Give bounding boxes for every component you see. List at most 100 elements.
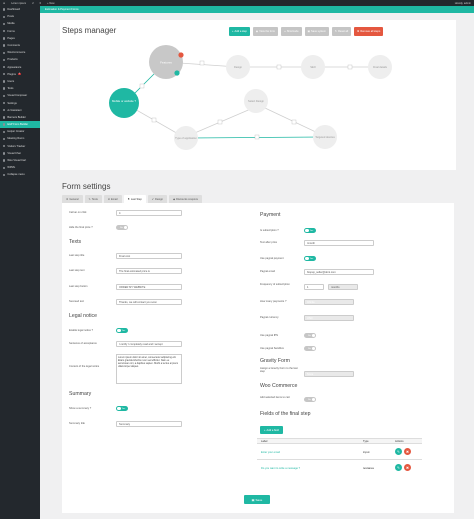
table-row: Do you want to write a message ? textare… — [257, 459, 422, 475]
sidebar-item-meeting-room[interactable]: Meeting Room — [0, 135, 40, 142]
tab-general[interactable]: ⚙ General — [62, 195, 83, 203]
sidebar-item-plugins[interactable]: Plugins 2 — [0, 71, 40, 78]
sidebar-item-aj-assistant[interactable]: AJ Assistant — [0, 107, 40, 114]
sidebar-item-users[interactable]: Users — [0, 78, 40, 85]
wp-logo-icon[interactable]: ⊛ — [3, 2, 5, 5]
assign-gravity-select[interactable]: None — [304, 371, 354, 378]
sidebar-item-dashboard[interactable]: Dashboard — [0, 6, 40, 13]
user-greeting[interactable]: Howdy, admin — [455, 2, 471, 5]
last-step-title-input[interactable]: Final cost — [116, 253, 182, 260]
use-paypal-toggle[interactable]: Yes — [304, 256, 316, 261]
step-n4[interactable]: Final details — [368, 55, 392, 79]
hide-price-toggle[interactable]: No — [116, 225, 128, 230]
menu-icon — [3, 109, 6, 112]
content-legal-textarea[interactable]: Lorem ipsum dolor sit amet, consectetur … — [116, 354, 182, 384]
site-name-link[interactable]: Lorem ipsum — [11, 2, 26, 5]
sidebar-item-posts[interactable]: Posts — [0, 13, 40, 20]
tab-design[interactable]: ✐ Design — [147, 195, 168, 203]
sidebar-item-visual-chat[interactable]: Visual Chat — [0, 150, 40, 157]
how-many-select[interactable]: Infinite — [304, 299, 354, 306]
sidebar-item-banners-builder[interactable]: Banners Builder — [0, 114, 40, 121]
link-handle[interactable] — [276, 64, 282, 70]
link-handle[interactable] — [254, 134, 260, 140]
link-handle[interactable] — [291, 119, 297, 125]
text-after-price-input[interactable]: /month — [304, 240, 374, 247]
last-step-button-input[interactable]: ORDER MY WEBSITE — [116, 284, 182, 291]
step-n8[interactable]: Targeted devices — [313, 125, 337, 149]
call-next-label: Call an on click — [69, 211, 87, 214]
reset-all-button[interactable]: ↻ Reset all — [331, 27, 352, 36]
save-icon: ▣ — [307, 30, 311, 33]
paypal-email-input[interactable]: biopup_seller@dont.com — [304, 269, 374, 276]
sidebar-item-e-p-form-builder[interactable]: E&P Form Builder — [0, 121, 40, 129]
add-step-button[interactable]: + Add a step — [229, 27, 250, 36]
last-step-text-input[interactable]: The final estimated price is — [116, 268, 182, 275]
sidebar-item-visitors-tracker[interactable]: Visitors Tracker — [0, 143, 40, 150]
summary-title-input[interactable]: Summary — [116, 421, 182, 428]
shortcode-button[interactable]: ‹› Shortcode — [281, 27, 302, 36]
trash-icon[interactable]: ✖ — [404, 464, 411, 471]
sidebar-item-collapse-menu[interactable]: Collapse menu — [0, 171, 40, 178]
sidebar-item-appearance[interactable]: Appearance — [0, 64, 40, 71]
link-handle[interactable] — [347, 64, 353, 70]
remove-all-steps-button[interactable]: ✖ Remove all steps — [354, 27, 384, 36]
updates-count[interactable]: 2 — [32, 2, 33, 5]
save-system-button[interactable]: ▣ Save system — [304, 27, 329, 36]
edit-icon[interactable]: ✎ — [395, 464, 402, 471]
link-handle[interactable] — [151, 117, 157, 123]
step-n3[interactable]: SEO — [301, 55, 325, 79]
new-link[interactable]: + New — [47, 2, 54, 5]
sidebar-item-media[interactable]: Media — [0, 20, 40, 27]
frequency-input[interactable]: 1 — [304, 284, 324, 291]
edit-icon[interactable]: ✎ — [395, 448, 402, 455]
tab-last-step[interactable]: ⚑ Last Step — [123, 195, 146, 203]
tab-discounts[interactable]: ◆ Discounts coupons — [169, 195, 202, 203]
sidebar-item-helper-creator[interactable]: Helper Creator — [0, 128, 40, 135]
step-n5[interactable]: Mobile or website ? — [109, 88, 139, 118]
sidebar-item-visual-composer[interactable]: Visual Composer — [0, 92, 40, 99]
sidebar-item-wpml[interactable]: WPML — [0, 164, 40, 171]
comments-count[interactable]: 0 — [40, 2, 41, 5]
link-handle[interactable] — [199, 60, 205, 66]
view-form-button[interactable]: ◉ View the form — [252, 27, 278, 36]
step-n1[interactable]: Features — [149, 45, 184, 79]
success-text-input[interactable]: Thanks, we will contact you soon — [116, 299, 182, 306]
subscription-toggle[interactable]: Yes — [304, 228, 316, 233]
step-n6[interactable]: Select Design — [244, 89, 268, 113]
sidebar-item-forms[interactable]: Forms — [0, 28, 40, 35]
sidebar-item-comments[interactable]: Comments — [0, 42, 40, 49]
sidebar-item-settings[interactable]: Settings — [0, 99, 40, 106]
field-label-link[interactable]: Enter your email — [261, 451, 280, 454]
tab-texts[interactable]: ✎ Texts — [84, 195, 102, 203]
step-n2[interactable]: Design — [226, 55, 250, 79]
tab-email[interactable]: ✉ Email — [103, 195, 122, 203]
trash-icon[interactable]: ✖ — [404, 448, 411, 455]
add-field-button[interactable]: + Add a field — [260, 426, 283, 434]
step-n7[interactable]: Type of application — [174, 126, 198, 150]
sidebar-item-label: Products — [7, 58, 18, 62]
save-button[interactable]: ▣ Save — [244, 495, 270, 504]
enable-legal-toggle[interactable]: Yes — [116, 328, 128, 333]
sidebar-item-tools[interactable]: Tools — [0, 85, 40, 92]
sidebar-item-woocommerce[interactable]: WooCommerce — [0, 49, 40, 56]
frequency-unit-select[interactable]: months — [328, 284, 358, 291]
currency-select[interactable]: USD — [304, 315, 354, 322]
link-handle[interactable] — [139, 83, 145, 89]
sidebar-item-products[interactable]: Products — [0, 56, 40, 63]
call-next-input[interactable]: 4 — [116, 210, 182, 217]
code-icon: ‹› — [284, 30, 286, 33]
sentence-input[interactable]: I certify I completely read and I accept — [116, 341, 182, 348]
text-after-price-label: Text after price — [260, 241, 278, 244]
add-cart-toggle[interactable]: No — [304, 397, 316, 402]
field-label-link[interactable]: Do you want to write a message ? — [261, 467, 300, 470]
paypal-ipn-toggle[interactable]: No — [304, 333, 316, 338]
paypal-ipn-label: Use paypal IPN — [260, 334, 279, 337]
sidebar-item-pages[interactable]: Pages — [0, 35, 40, 42]
sidebar-item-label: Visual Chat — [7, 151, 21, 155]
link-handle[interactable] — [217, 119, 223, 125]
refresh-icon: ↻ — [334, 30, 338, 33]
sandbox-toggle[interactable]: No — [304, 346, 316, 351]
close-icon[interactable] — [178, 52, 184, 58]
sidebar-item-woo-visual-cart[interactable]: Woo Visual Cart — [0, 157, 40, 164]
show-summary-toggle[interactable]: Yes — [116, 406, 128, 411]
